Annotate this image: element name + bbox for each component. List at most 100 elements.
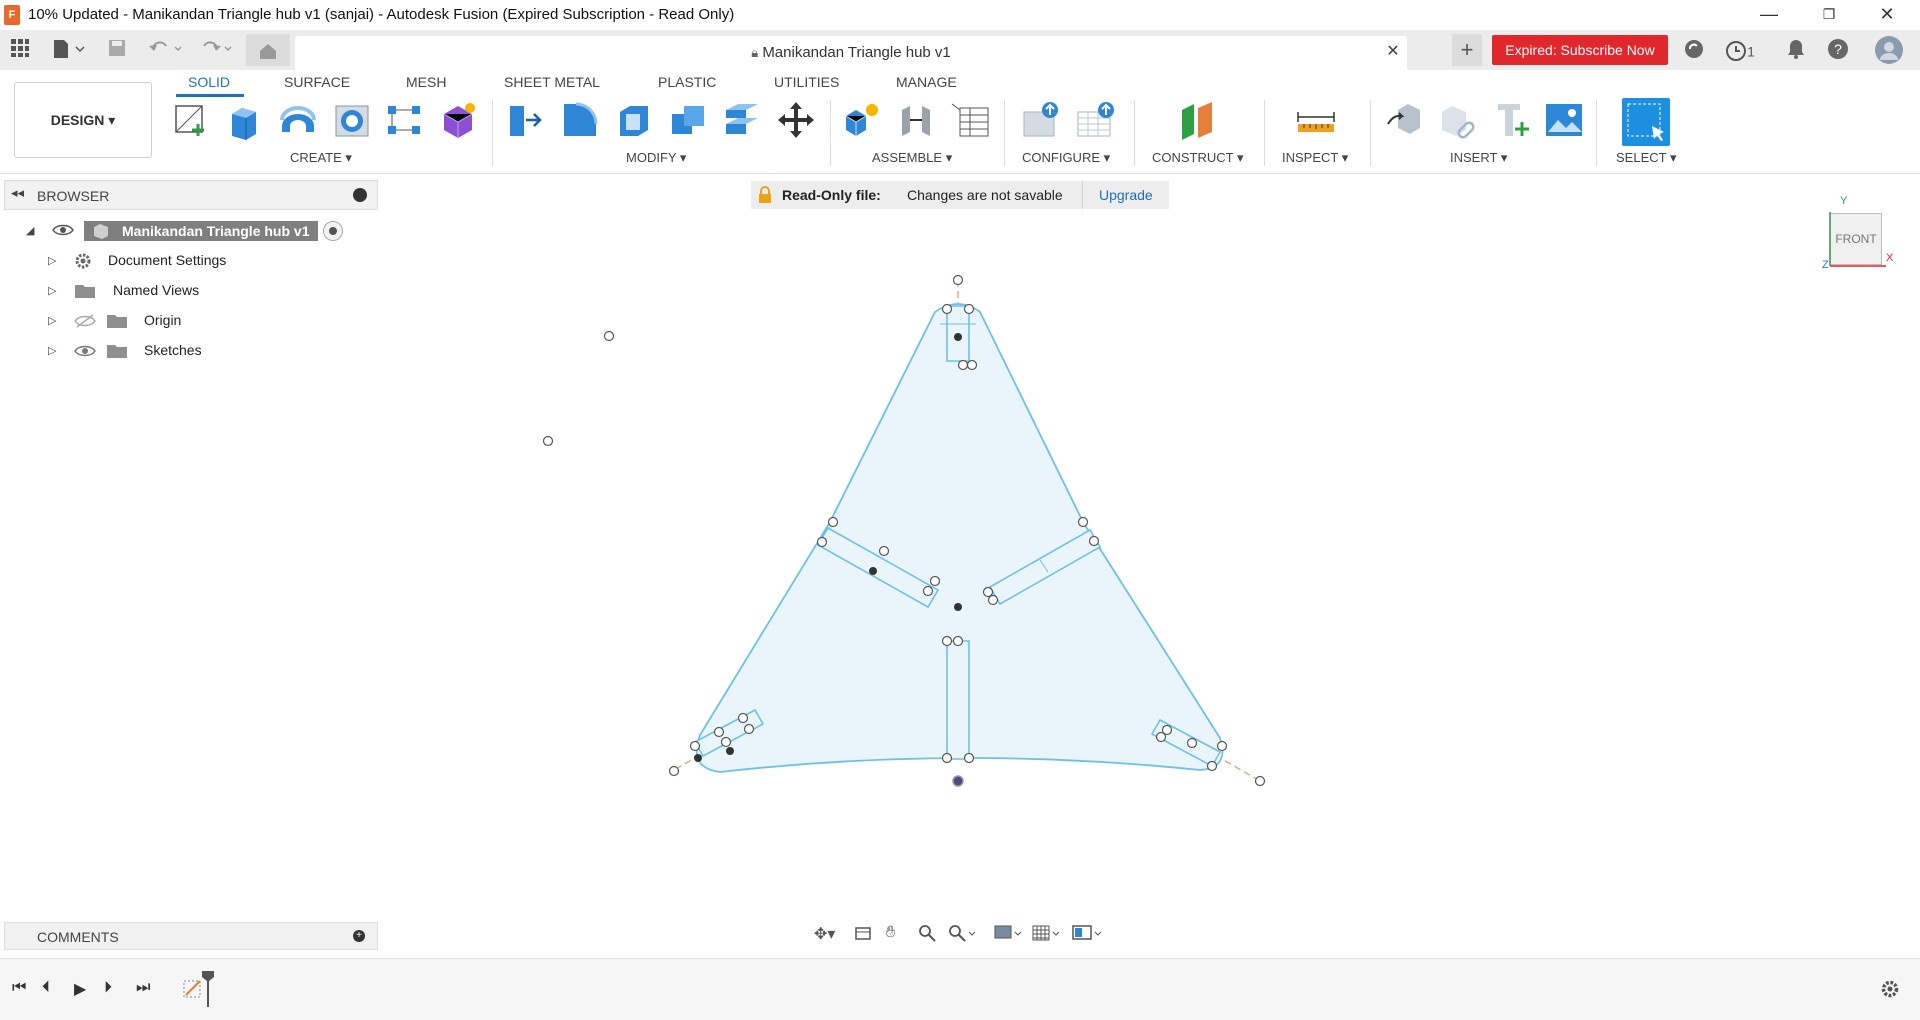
measure-icon[interactable] bbox=[1296, 100, 1336, 140]
new-component-icon[interactable] bbox=[842, 100, 882, 140]
configure-group-label[interactable]: CONFIGURE ▾ bbox=[1022, 150, 1110, 166]
pan-icon[interactable]: ✋︎ bbox=[886, 924, 895, 946]
restore-icon[interactable]: ❐ bbox=[1806, 0, 1852, 30]
split-body-icon[interactable] bbox=[722, 100, 762, 140]
joint-icon[interactable] bbox=[896, 100, 936, 140]
active-tab-indicator bbox=[176, 94, 244, 97]
add-comment-icon[interactable]: + bbox=[353, 930, 365, 942]
timeline-marker[interactable] bbox=[202, 971, 214, 1007]
browser-options-icon[interactable] bbox=[353, 188, 367, 202]
insert-mcmaster-icon[interactable] bbox=[1492, 100, 1532, 140]
new-tab-icon[interactable]: + bbox=[1452, 34, 1482, 66]
document-tab[interactable]: 🔒︎ Manikandan Triangle hub v1 ✕ bbox=[295, 36, 1407, 70]
home-icon[interactable] bbox=[246, 34, 290, 66]
insert-group-label[interactable]: INSERT ▾ bbox=[1450, 150, 1507, 166]
notifications-icon[interactable] bbox=[1784, 38, 1808, 62]
tab-surface[interactable]: SURFACE bbox=[284, 74, 350, 90]
fillet-icon[interactable] bbox=[560, 100, 600, 140]
pattern-icon[interactable] bbox=[384, 100, 424, 140]
create-form-icon[interactable] bbox=[438, 100, 478, 140]
browser-item-named-views[interactable]: ▷ Named Views bbox=[0, 279, 360, 303]
tab-mesh[interactable]: MESH bbox=[406, 74, 446, 90]
configuration-table-icon[interactable] bbox=[1076, 100, 1116, 140]
job-status-icon[interactable]: 1 bbox=[1722, 38, 1758, 62]
combine-icon[interactable] bbox=[668, 100, 708, 140]
folder-icon bbox=[74, 283, 96, 302]
select-group-label[interactable]: SELECT ▾ bbox=[1616, 150, 1676, 166]
activate-component-icon[interactable] bbox=[323, 221, 343, 241]
undo-icon[interactable] bbox=[146, 38, 186, 62]
configure-design-icon[interactable] bbox=[1022, 100, 1062, 140]
help-icon[interactable]: ? bbox=[1826, 38, 1850, 62]
offset-plane-icon[interactable] bbox=[1178, 100, 1218, 140]
tab-solid[interactable]: SOLID bbox=[188, 74, 230, 90]
close-window-icon[interactable]: ✕ bbox=[1864, 0, 1910, 30]
collapse-panel-icon[interactable]: ◂◂ bbox=[11, 185, 24, 201]
extrude-icon[interactable] bbox=[224, 100, 264, 140]
select-icon[interactable] bbox=[1622, 98, 1670, 146]
expand-icon[interactable]: ▷ bbox=[48, 344, 56, 357]
insert-derive-icon[interactable] bbox=[1384, 100, 1424, 140]
last-step-icon[interactable]: ⏭︎ bbox=[136, 979, 150, 997]
zoom-window-icon[interactable] bbox=[948, 924, 976, 946]
press-pull-icon[interactable] bbox=[506, 100, 546, 140]
tab-plastic[interactable]: PLASTIC bbox=[658, 74, 716, 90]
read-only-message: Changes are not savable bbox=[907, 187, 1063, 203]
zoom-icon[interactable] bbox=[918, 924, 936, 946]
close-tab-icon[interactable]: ✕ bbox=[1383, 42, 1403, 62]
insert-link-icon[interactable] bbox=[1438, 100, 1478, 140]
ribbon-divider bbox=[1370, 100, 1371, 166]
visibility-eye-icon[interactable] bbox=[52, 222, 74, 243]
subscribe-button[interactable]: Expired: Subscribe Now bbox=[1492, 35, 1668, 65]
timeline-settings-gear-icon[interactable] bbox=[1880, 979, 1900, 1004]
extensions-icon[interactable] bbox=[1682, 38, 1706, 62]
file-menu-icon[interactable] bbox=[50, 38, 86, 62]
sketch-canvas[interactable] bbox=[520, 260, 1280, 800]
timeline-sketch-feature-icon[interactable] bbox=[182, 977, 204, 1004]
save-icon[interactable] bbox=[106, 38, 128, 62]
expand-icon[interactable]: ▷ bbox=[48, 284, 56, 297]
minimize-icon[interactable]: — bbox=[1746, 0, 1792, 30]
create-sketch-icon[interactable] bbox=[170, 100, 210, 140]
grid-settings-icon[interactable] bbox=[1032, 924, 1060, 946]
browser-item-sketches[interactable]: ▷ Sketches bbox=[0, 339, 360, 363]
collapse-root-icon[interactable]: ◢ bbox=[26, 224, 34, 237]
browser-item-origin[interactable]: ▷ Origin bbox=[0, 309, 360, 333]
hole-icon[interactable] bbox=[332, 100, 372, 140]
visibility-eye-icon[interactable] bbox=[74, 343, 96, 362]
display-settings-icon[interactable] bbox=[994, 924, 1022, 946]
app-grid-icon[interactable] bbox=[8, 38, 32, 62]
bill-of-materials-icon[interactable] bbox=[950, 100, 990, 140]
tab-manage[interactable]: MANAGE bbox=[896, 74, 957, 90]
redo-icon[interactable] bbox=[196, 38, 236, 62]
move-copy-icon[interactable] bbox=[776, 100, 816, 140]
orbit-icon[interactable]: ✥▾ bbox=[814, 924, 835, 946]
hidden-eye-icon[interactable] bbox=[74, 313, 96, 332]
assemble-group-label[interactable]: ASSEMBLE ▾ bbox=[872, 150, 952, 166]
tab-utilities[interactable]: UTILITIES bbox=[774, 74, 839, 90]
user-avatar[interactable] bbox=[1874, 35, 1904, 65]
upgrade-link[interactable]: Upgrade bbox=[1099, 187, 1153, 203]
inspect-group-label[interactable]: INSPECT ▾ bbox=[1282, 150, 1348, 166]
previous-step-icon[interactable]: ⏴︎ bbox=[42, 979, 50, 997]
browser-item-document-settings[interactable]: ▷ Document Settings bbox=[0, 249, 360, 273]
create-group-label[interactable]: CREATE ▾ bbox=[290, 150, 352, 166]
revolve-icon[interactable] bbox=[278, 100, 318, 140]
construct-group-label[interactable]: CONSTRUCT ▾ bbox=[1152, 150, 1244, 166]
workspace-switcher[interactable]: DESIGN ▾ bbox=[14, 82, 152, 158]
next-step-icon[interactable]: ⏵︎ bbox=[104, 979, 112, 997]
expand-icon[interactable]: ▷ bbox=[48, 314, 56, 327]
comments-panel[interactable]: COMMENTS + bbox=[4, 922, 378, 950]
tab-sheet-metal[interactable]: SHEET METAL bbox=[504, 74, 600, 90]
viewports-icon[interactable] bbox=[1072, 924, 1102, 946]
modify-group-label[interactable]: MODIFY ▾ bbox=[626, 150, 686, 166]
shell-icon[interactable] bbox=[614, 100, 654, 140]
expand-icon[interactable]: ▷ bbox=[48, 254, 56, 267]
ribbon-divider bbox=[830, 100, 831, 166]
browser-root-item[interactable]: Manikandan Triangle hub v1 bbox=[84, 221, 318, 241]
insert-canvas-icon[interactable] bbox=[1544, 100, 1584, 140]
look-at-icon[interactable] bbox=[854, 924, 872, 946]
component-icon bbox=[92, 223, 110, 244]
play-icon[interactable]: ▶ bbox=[74, 979, 86, 999]
first-step-icon[interactable]: ⏮︎ bbox=[12, 979, 26, 997]
